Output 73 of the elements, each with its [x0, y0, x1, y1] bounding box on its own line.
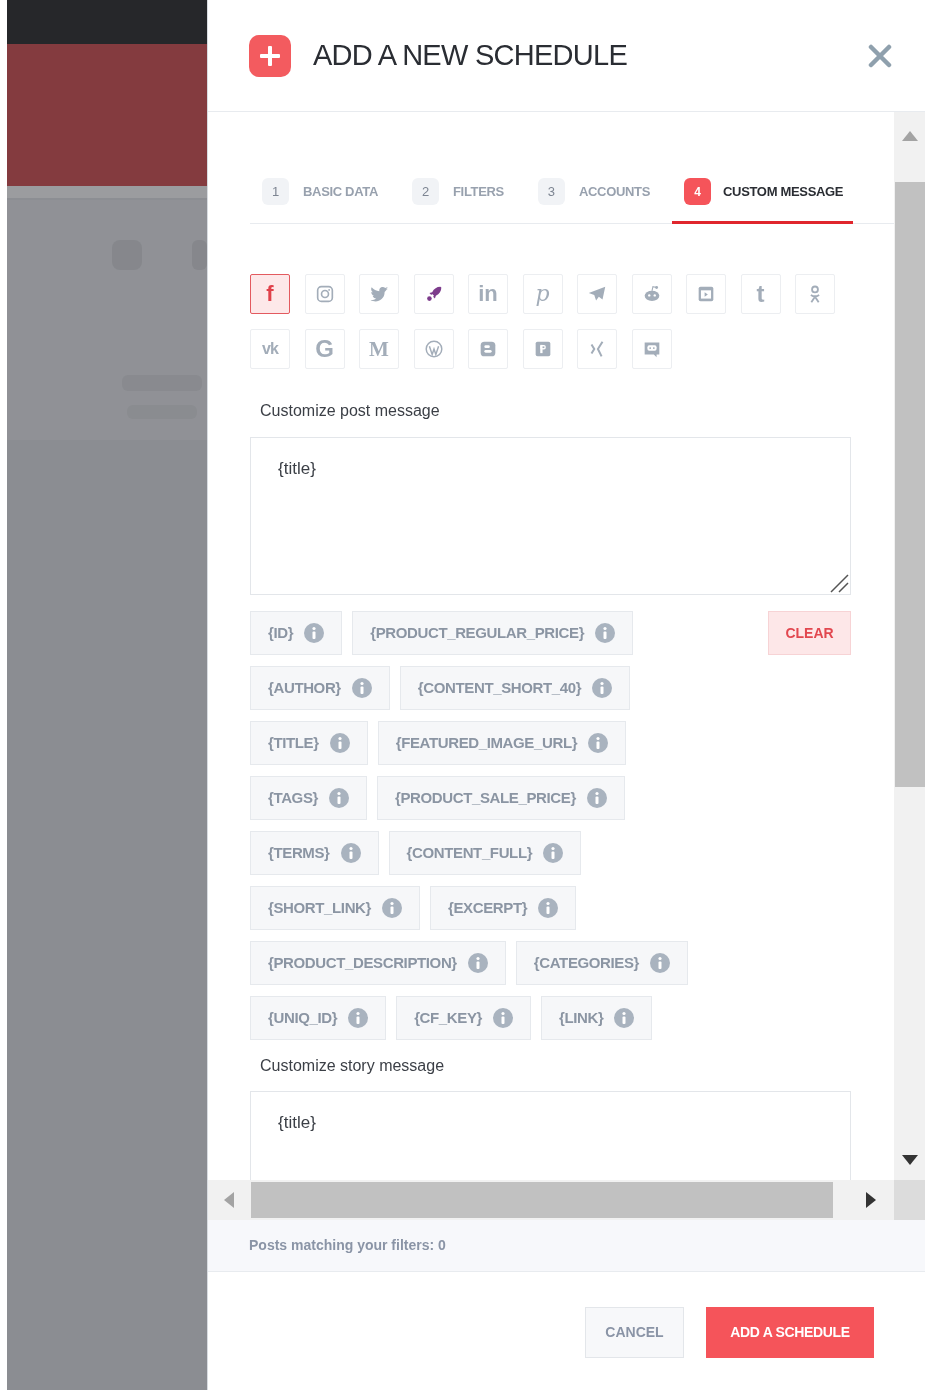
plus-icon	[249, 34, 291, 77]
network-button[interactable]: in	[468, 274, 508, 314]
info-icon	[329, 788, 349, 808]
dialog-title: ADD A NEW SCHEDULE	[313, 37, 628, 73]
step-label: CUSTOM MESSAGE	[723, 182, 844, 201]
info-icon	[348, 1008, 369, 1028]
info-icon	[586, 788, 607, 808]
step-number: 4	[684, 178, 711, 205]
variable-tag[interactable]: {CONTENT_SHORT_40}	[399, 666, 631, 710]
info-icon	[614, 1008, 635, 1028]
horizontal-scrollbar[interactable]	[208, 1180, 894, 1220]
info-icon	[543, 843, 564, 863]
step-number: 1	[262, 178, 289, 205]
info-icon	[467, 953, 488, 973]
variable-tag[interactable]: {TERMS}	[250, 831, 379, 875]
network-button[interactable]: vk	[250, 329, 290, 369]
step-label: BASIC DATA	[303, 182, 378, 201]
scrollbar-thumb[interactable]	[251, 1182, 833, 1218]
network-button[interactable]: t	[740, 274, 781, 314]
step-tab[interactable]: 3 ACCOUNTS	[525, 162, 658, 224]
scroll-left-icon[interactable]	[223, 1191, 235, 1209]
add-schedule-button[interactable]: ADD A SCHEDULE	[706, 1307, 874, 1358]
info-icon	[382, 898, 402, 918]
scrollbar-thumb[interactable]	[895, 182, 925, 787]
scrollbar-corner	[894, 1180, 925, 1220]
status-text: Posts matching your filters: 0	[249, 1236, 446, 1255]
info-icon	[588, 733, 609, 753]
step-number: 2	[412, 178, 439, 205]
variable-tag[interactable]: {EXCERPT}	[430, 886, 577, 930]
network-button[interactable]: G	[304, 329, 345, 369]
variable-tag[interactable]: {PRODUCT_REGULAR_PRICE}	[352, 611, 634, 655]
cancel-button[interactable]: CANCEL	[585, 1307, 684, 1358]
variable-tag[interactable]: {FEATURED_IMAGE_URL}	[377, 721, 627, 765]
step-number: 3	[537, 178, 565, 205]
variable-tag[interactable]: {TITLE}	[250, 721, 368, 765]
info-icon	[340, 843, 361, 863]
network-button[interactable]: p	[522, 274, 563, 314]
variable-tag[interactable]: {CONTENT_FULL}	[388, 831, 582, 875]
step-label: ACCOUNTS	[578, 182, 650, 201]
step-tab[interactable]: 1 BASIC DATA	[250, 162, 386, 224]
close-icon	[868, 43, 892, 68]
scroll-up-icon[interactable]	[901, 130, 919, 142]
info-icon	[538, 898, 559, 918]
variable-tag[interactable]: {UNIQ_ID}	[250, 996, 387, 1040]
info-icon	[592, 678, 613, 698]
info-icon	[595, 623, 616, 643]
info-icon	[329, 733, 350, 753]
clear-button[interactable]: CLEAR	[768, 611, 851, 655]
step-tab[interactable]: 4 CUSTOM MESSAGE	[672, 162, 854, 224]
step-label: FILTERS	[453, 182, 504, 201]
step-tab[interactable]: 2 FILTERS	[400, 162, 512, 224]
variable-tag[interactable]: {LINK}	[541, 996, 653, 1040]
message-field[interactable]: {title}	[250, 437, 851, 595]
info-icon	[493, 1008, 513, 1028]
variable-tag[interactable]: {SHORT_LINK}	[250, 886, 420, 930]
info-icon	[351, 678, 372, 698]
variable-tag[interactable]: {ID}	[250, 611, 343, 655]
network-button[interactable]: f	[250, 274, 290, 314]
info-icon	[650, 953, 671, 973]
network-button[interactable]	[413, 274, 454, 314]
vertical-scrollbar[interactable]	[894, 112, 925, 1180]
variable-tag[interactable]: {CF_KEY}	[396, 996, 531, 1040]
variable-tag[interactable]: {PRODUCT_SALE_PRICE}	[377, 776, 625, 820]
variable-tag[interactable]: {TAGS}	[250, 776, 367, 820]
info-icon	[304, 623, 325, 643]
field-label: Customize post message	[260, 401, 441, 421]
network-button[interactable]: M	[359, 329, 399, 369]
variable-tag[interactable]: {CATEGORIES}	[515, 941, 689, 985]
variable-tag[interactable]: {AUTHOR}	[250, 666, 390, 710]
field-label: Customize story message	[260, 1056, 446, 1076]
variable-tag[interactable]: {PRODUCT_DESCRIPTION}	[250, 941, 506, 985]
scroll-right-icon[interactable]	[865, 1191, 877, 1209]
scroll-down-icon[interactable]	[901, 1154, 919, 1166]
